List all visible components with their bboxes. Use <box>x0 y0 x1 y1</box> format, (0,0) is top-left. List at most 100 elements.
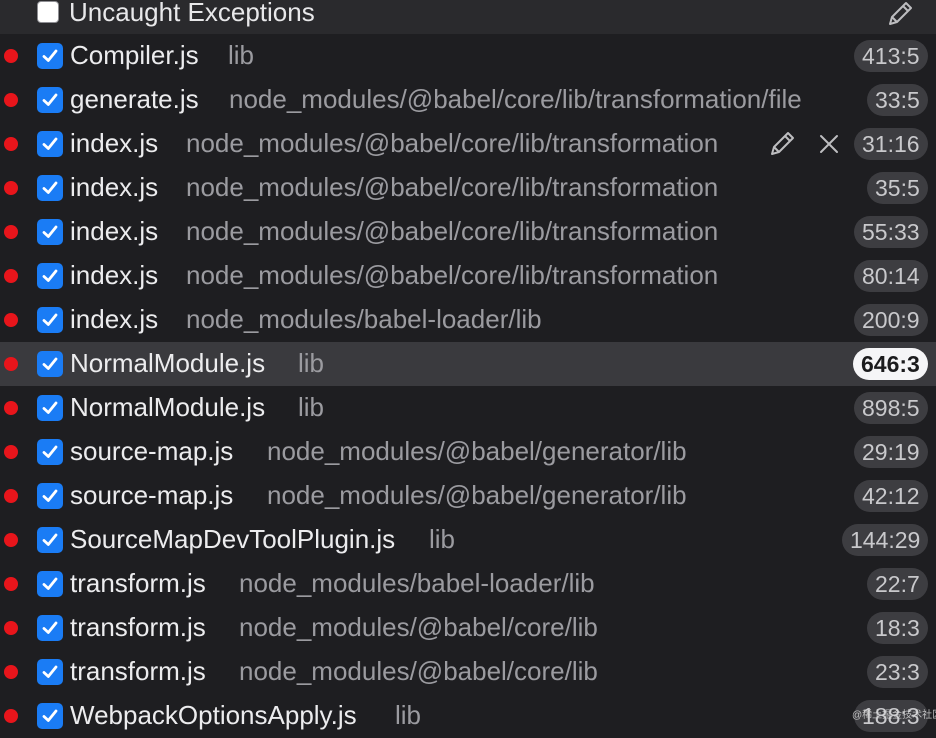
breakpoint-enabled-checkbox[interactable] <box>37 571 63 597</box>
breakpoint-row[interactable]: index.js node_modules/@babel/core/lib/tra… <box>0 122 936 166</box>
breakpoint-row[interactable]: source-map.js node_modules/@babel/generat… <box>0 430 936 474</box>
breakpoint-line-column-badge: 33:5 <box>867 84 928 116</box>
pencil-icon[interactable] <box>884 0 916 30</box>
breakpoint-dot-icon <box>4 181 18 195</box>
checkmark-icon <box>42 665 58 678</box>
breakpoint-enabled-checkbox[interactable] <box>37 615 63 641</box>
breakpoint-file-name: transform.js <box>70 656 206 686</box>
breakpoints-panel: Uncaught Exceptions Compiler.js lib 413:5 g… <box>0 0 936 734</box>
breakpoint-line-column-badge: 413:5 <box>854 40 928 72</box>
breakpoint-file-path: node_modules/@babel/core/lib <box>239 656 598 686</box>
breakpoint-line-column-badge: 898:5 <box>854 392 928 424</box>
breakpoint-file-path: node_modules/@babel/core/lib/transformat… <box>186 128 719 158</box>
breakpoint-file-path: lib <box>429 524 456 554</box>
breakpoint-row[interactable]: WebpackOptionsApply.js lib 188:3 <box>0 694 936 738</box>
breakpoint-file-path: lib <box>228 40 255 70</box>
breakpoint-row[interactable]: generate.js node_modules/@babel/core/lib/… <box>0 78 936 122</box>
breakpoint-row[interactable]: transform.js node_modules/babel-loader/li… <box>0 562 936 606</box>
breakpoint-line-column-badge: 55:33 <box>854 216 928 248</box>
checkmark-icon <box>42 533 58 546</box>
breakpoint-file-path: node_modules/@babel/core/lib/transformat… <box>229 84 802 114</box>
breakpoint-file-name: NormalModule.js <box>70 392 266 422</box>
checkmark-icon <box>42 313 58 326</box>
breakpoint-line-column-badge: 22:7 <box>867 568 928 600</box>
breakpoint-line-column-badge: 42:12 <box>854 480 928 512</box>
checkmark-icon <box>42 181 58 194</box>
breakpoint-row[interactable]: index.js node_modules/@babel/core/lib/tra… <box>0 166 936 210</box>
breakpoint-dot-icon <box>4 445 18 459</box>
breakpoint-file-name: Compiler.js <box>70 40 199 70</box>
breakpoint-enabled-checkbox[interactable] <box>37 351 63 377</box>
checkmark-icon <box>42 225 58 238</box>
breakpoint-dot-icon <box>4 49 18 63</box>
breakpoint-enabled-checkbox[interactable] <box>37 131 63 157</box>
breakpoint-dot-icon <box>4 533 18 547</box>
breakpoint-enabled-checkbox[interactable] <box>37 703 63 729</box>
breakpoint-dot-icon <box>4 401 18 415</box>
breakpoint-row[interactable]: transform.js node_modules/@babel/core/lib… <box>0 606 936 650</box>
breakpoint-line-column-badge: 35:5 <box>867 172 928 204</box>
breakpoint-row[interactable]: index.js node_modules/babel-loader/lib 200… <box>0 298 936 342</box>
breakpoint-row[interactable]: NormalModule.js lib 898:5 <box>0 386 936 430</box>
breakpoint-file-name: NormalModule.js <box>70 348 266 378</box>
breakpoint-enabled-checkbox[interactable] <box>37 43 63 69</box>
breakpoint-row[interactable]: transform.js node_modules/@babel/core/lib… <box>0 650 936 694</box>
breakpoint-row[interactable]: SourceMapDevToolPlugin.js lib 144:29 <box>0 518 936 562</box>
breakpoint-enabled-checkbox[interactable] <box>37 219 63 245</box>
breakpoint-file-name: WebpackOptionsApply.js <box>70 700 357 730</box>
breakpoint-enabled-checkbox[interactable] <box>37 483 63 509</box>
breakpoint-enabled-checkbox[interactable] <box>37 263 63 289</box>
breakpoint-line-column-badge: 29:19 <box>854 436 928 468</box>
checkmark-icon <box>42 269 58 282</box>
breakpoint-line-column-badge: 23:3 <box>867 656 928 688</box>
uncaught-exceptions-row[interactable]: Uncaught Exceptions <box>0 0 936 34</box>
breakpoint-row[interactable]: index.js node_modules/@babel/core/lib/tra… <box>0 254 936 298</box>
checkmark-icon <box>42 445 58 458</box>
breakpoint-file-path: lib <box>395 700 422 730</box>
breakpoint-file-name: generate.js <box>70 84 199 114</box>
breakpoint-file-path: node_modules/babel-loader/lib <box>186 304 542 334</box>
breakpoint-file-name: transform.js <box>70 568 206 598</box>
breakpoint-line-column-badge: 31:16 <box>854 128 928 160</box>
breakpoint-enabled-checkbox[interactable] <box>37 307 63 333</box>
breakpoint-enabled-checkbox[interactable] <box>37 395 63 421</box>
breakpoint-dot-icon <box>4 489 18 503</box>
edit-breakpoint-pencil-icon[interactable] <box>766 128 798 160</box>
breakpoint-file-name: source-map.js <box>70 480 234 510</box>
breakpoint-row[interactable]: NormalModule.js lib 646:3 <box>0 342 936 386</box>
breakpoint-enabled-checkbox[interactable] <box>37 439 63 465</box>
breakpoint-dot-icon <box>4 269 18 283</box>
breakpoint-file-path: node_modules/@babel/core/lib/transformat… <box>186 260 719 290</box>
checkmark-icon <box>42 137 58 150</box>
breakpoint-enabled-checkbox[interactable] <box>37 87 63 113</box>
breakpoint-dot-icon <box>4 137 18 151</box>
checkmark-icon <box>42 357 58 370</box>
breakpoint-enabled-checkbox[interactable] <box>37 527 63 553</box>
breakpoint-dot-icon <box>4 621 18 635</box>
breakpoint-dot-icon <box>4 665 18 679</box>
breakpoint-dot-icon <box>4 225 18 239</box>
breakpoint-file-path: node_modules/@babel/core/lib/transformat… <box>186 216 719 246</box>
breakpoint-row[interactable]: index.js node_modules/@babel/core/lib/tra… <box>0 210 936 254</box>
breakpoint-row[interactable]: Compiler.js lib 413:5 <box>0 34 936 78</box>
remove-breakpoint-close-icon[interactable] <box>816 131 842 157</box>
breakpoint-file-path: node_modules/@babel/generator/lib <box>267 480 687 510</box>
breakpoint-file-name: index.js <box>70 216 159 246</box>
breakpoint-dot-icon <box>4 93 18 107</box>
breakpoint-enabled-checkbox[interactable] <box>37 659 63 685</box>
breakpoint-file-path: lib <box>298 392 325 422</box>
checkmark-icon <box>42 93 58 106</box>
breakpoint-line-column-badge: 144:29 <box>842 524 929 556</box>
checkmark-icon <box>42 709 58 722</box>
breakpoint-file-path: node_modules/@babel/generator/lib <box>267 436 687 466</box>
checkmark-icon <box>42 621 58 634</box>
breakpoint-line-column-badge: 80:14 <box>854 260 928 292</box>
breakpoint-enabled-checkbox[interactable] <box>37 175 63 201</box>
uncaught-exceptions-checkbox[interactable] <box>37 1 59 23</box>
watermark: @稀土掘金技术社区 <box>852 710 936 721</box>
breakpoint-line-column-badge: 18:3 <box>867 612 928 644</box>
breakpoint-file-name: index.js <box>70 128 159 158</box>
breakpoint-row[interactable]: source-map.js node_modules/@babel/generat… <box>0 474 936 518</box>
uncaught-exceptions-label: Uncaught Exceptions <box>69 0 315 27</box>
breakpoint-file-path: node_modules/@babel/core/lib/transformat… <box>186 172 719 202</box>
